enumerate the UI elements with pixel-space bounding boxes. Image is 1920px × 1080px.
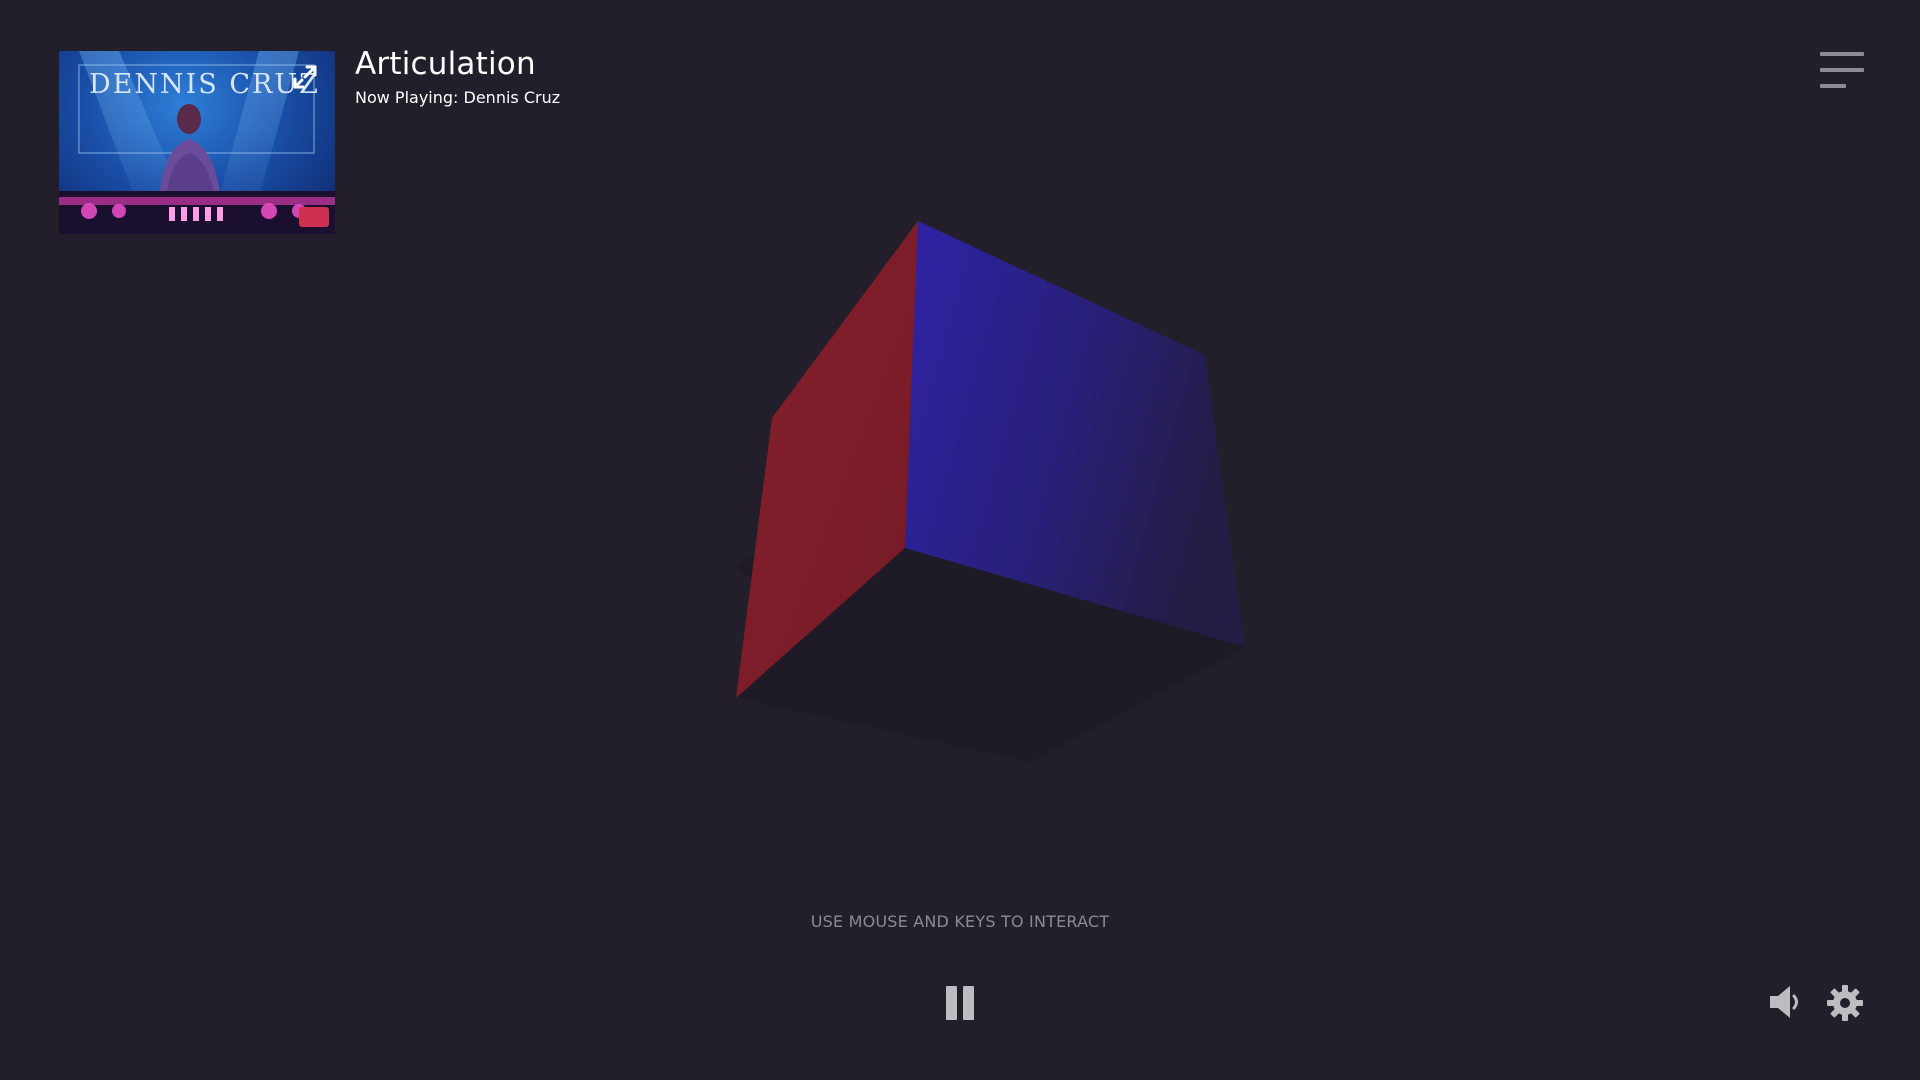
pause-icon-bar-right — [963, 986, 974, 1020]
pause-icon-bar-left — [946, 986, 957, 1020]
video-thumbnail[interactable]: DENNIS CRUZ — [59, 51, 335, 234]
thumbnail-caption: DENNIS CRUZ — [89, 69, 320, 100]
expand-icon[interactable] — [289, 61, 321, 93]
cube-blue-face — [905, 221, 1245, 647]
now-playing-label: Now Playing: Dennis Cruz — [355, 88, 561, 107]
visualizer-stage[interactable]: DENNIS CRUZ Articulation Now Playing: De… — [0, 0, 1920, 1080]
menu-bar-bottom — [1820, 84, 1846, 88]
gear-icon[interactable] — [1826, 984, 1864, 1022]
interaction-hint: USE MOUSE AND KEYS TO INTERACT — [810, 912, 1110, 931]
cube-bottom-face — [736, 448, 1245, 762]
track-title: Articulation — [355, 46, 536, 82]
menu-bar-top — [1820, 52, 1864, 56]
cube-red-face — [736, 221, 918, 698]
speaker-volume-icon[interactable] — [1768, 982, 1802, 1022]
pause-button[interactable] — [946, 986, 974, 1020]
track-info: Articulation Now Playing: Dennis Cruz — [355, 46, 560, 107]
menu-bar-middle — [1820, 68, 1864, 72]
menu-button[interactable] — [1820, 50, 1864, 90]
cube-base-face — [736, 548, 1245, 762]
